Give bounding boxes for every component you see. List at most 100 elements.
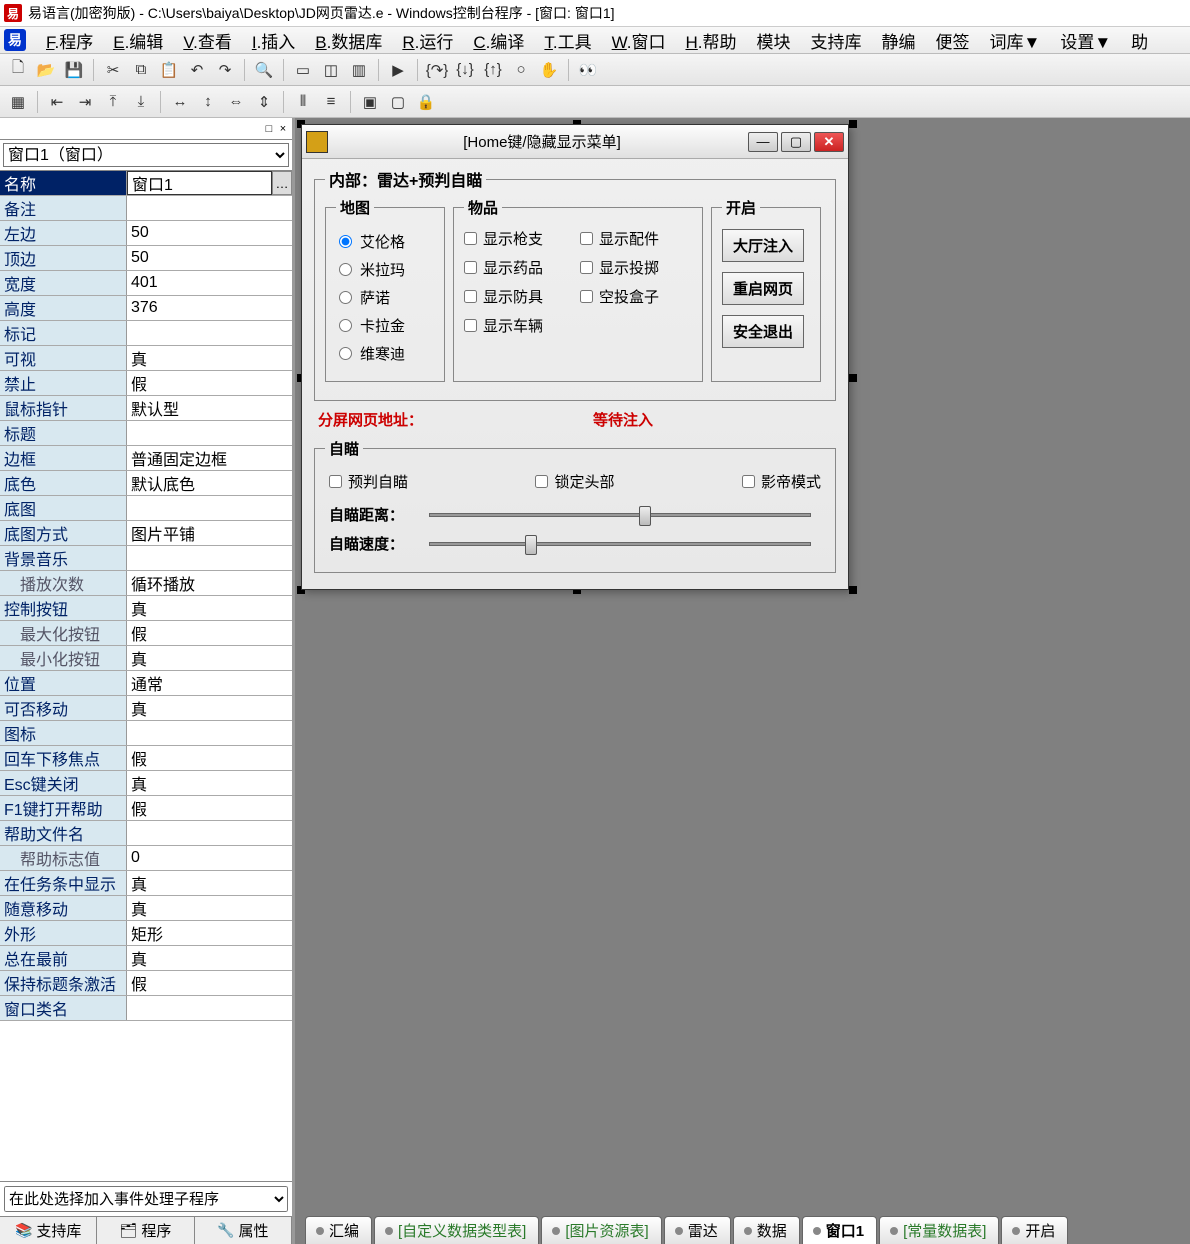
align-top-icon[interactable]: ⤒ <box>101 90 125 114</box>
aim-speed-slider[interactable] <box>429 542 811 546</box>
prop-value[interactable]: 50 <box>127 246 292 270</box>
prop-value[interactable]: 50 <box>127 221 292 245</box>
distribute-h-icon[interactable]: ⫴ <box>291 90 315 114</box>
editor-tab[interactable]: 数据 <box>733 1216 800 1244</box>
map-option[interactable]: 卡拉金 <box>339 315 431 336</box>
item-checkbox[interactable]: 空投盒子 <box>580 286 692 307</box>
close-button[interactable]: ✕ <box>814 132 844 152</box>
editor-tab[interactable]: 窗口1 <box>802 1216 877 1244</box>
prop-value[interactable]: 通常 <box>127 671 292 695</box>
prop-value[interactable]: 真 <box>127 771 292 795</box>
prop-value[interactable]: 默认型 <box>127 396 292 420</box>
center-v-icon[interactable]: ↕ <box>196 90 220 114</box>
editor-tab[interactable]: 雷达 <box>664 1216 731 1244</box>
action-button[interactable]: 重启网页 <box>722 272 804 305</box>
prop-row[interactable]: 播放次数循环播放 <box>0 571 292 596</box>
prop-value[interactable]: 真 <box>127 871 292 895</box>
prop-row[interactable]: 回车下移焦点假 <box>0 746 292 771</box>
map-option[interactable]: 维寒迪 <box>339 343 431 364</box>
align-left-icon[interactable]: ⇤ <box>45 90 69 114</box>
menu-R.运行[interactable]: R.运行 <box>392 25 463 56</box>
menu-C.编译[interactable]: C.编译 <box>463 25 534 56</box>
aim-distance-slider[interactable] <box>429 513 811 517</box>
send-back-icon[interactable]: ▢ <box>386 90 410 114</box>
prop-row[interactable]: 可视真 <box>0 346 292 371</box>
prop-value[interactable]: 376 <box>127 296 292 320</box>
binoculars-icon[interactable]: 👀 <box>576 58 600 82</box>
step-out-icon[interactable]: {↑} <box>481 58 505 82</box>
item-checkbox[interactable]: 显示枪支 <box>464 228 576 249</box>
item-checkbox[interactable]: 显示药品 <box>464 257 576 278</box>
prop-row[interactable]: Esc键关闭真 <box>0 771 292 796</box>
prop-value[interactable]: 矩形 <box>127 921 292 945</box>
aim-checkbox[interactable]: 锁定头部 <box>535 471 614 492</box>
prop-row[interactable]: 鼠标指针默认型 <box>0 396 292 421</box>
prop-row[interactable]: 外形矩形 <box>0 921 292 946</box>
prop-row[interactable]: 最大化按钮假 <box>0 621 292 646</box>
prop-row[interactable]: 高度376 <box>0 296 292 321</box>
prop-value[interactable]: 0 <box>127 846 292 870</box>
preview-window[interactable]: [Home键/隐藏显示菜单] — ▢ ✕ 内部：雷达+预判自瞄 地图 <box>301 124 849 590</box>
menu-V.查看[interactable]: V.查看 <box>173 25 242 56</box>
grid-icon[interactable]: ▦ <box>6 90 30 114</box>
prop-value[interactable]: 401 <box>127 271 292 295</box>
align-right-icon[interactable]: ⇥ <box>73 90 97 114</box>
new-file-icon[interactable]: 🗋 <box>6 58 30 82</box>
prop-row[interactable]: 控制按钮真 <box>0 596 292 621</box>
prop-value[interactable]: 循环播放 <box>127 571 292 595</box>
layout-2-icon[interactable]: ◫ <box>319 58 343 82</box>
open-file-icon[interactable]: 📂 <box>34 58 58 82</box>
prop-value[interactable] <box>127 196 292 220</box>
layout-1-icon[interactable]: ▭ <box>291 58 315 82</box>
prop-row[interactable]: 底色默认底色 <box>0 471 292 496</box>
editor-tab[interactable]: [常量数据表] <box>879 1216 999 1244</box>
menu-H.帮助[interactable]: H.帮助 <box>675 25 746 56</box>
prop-row[interactable]: 随意移动真 <box>0 896 292 921</box>
step-over-icon[interactable]: {↷} <box>425 58 449 82</box>
prop-row[interactable]: 最小化按钮真 <box>0 646 292 671</box>
prop-row[interactable]: 左边50 <box>0 221 292 246</box>
editor-tab[interactable]: [自定义数据类型表] <box>374 1216 539 1244</box>
prop-value[interactable]: 真 <box>127 646 292 670</box>
panel-pin-icon[interactable]: □ <box>262 123 276 135</box>
menu-支持库[interactable]: 支持库 <box>801 25 872 56</box>
editor-tab[interactable]: 汇编 <box>305 1216 372 1244</box>
menu-设置▼[interactable]: 设置▼ <box>1050 25 1121 56</box>
debug-icon[interactable]: ✋ <box>537 58 561 82</box>
item-checkbox[interactable]: 显示防具 <box>464 286 576 307</box>
menu-便签[interactable]: 便签 <box>926 25 980 56</box>
map-option[interactable]: 米拉玛 <box>339 259 431 280</box>
prop-row[interactable]: 图标 <box>0 721 292 746</box>
prop-row[interactable]: 可否移动真 <box>0 696 292 721</box>
prop-value[interactable] <box>127 996 292 1020</box>
maximize-button[interactable]: ▢ <box>781 132 811 152</box>
prop-value[interactable]: 默认底色 <box>127 471 292 495</box>
save-file-icon[interactable]: 💾 <box>62 58 86 82</box>
aim-checkbox[interactable]: 影帝模式 <box>742 471 821 492</box>
prop-row[interactable]: 窗口类名 <box>0 996 292 1021</box>
prop-row[interactable]: 标题 <box>0 421 292 446</box>
find-icon[interactable]: 🔍 <box>252 58 276 82</box>
redo-icon[interactable]: ↷ <box>213 58 237 82</box>
item-checkbox[interactable]: 显示配件 <box>580 228 692 249</box>
lock-icon[interactable]: 🔒 <box>414 90 438 114</box>
menu-W.窗口[interactable]: W.窗口 <box>602 25 676 56</box>
breakpoint-icon[interactable]: ○ <box>509 58 533 82</box>
prop-value[interactable]: 假 <box>127 796 292 820</box>
prop-row[interactable]: 禁止假 <box>0 371 292 396</box>
center-h-icon[interactable]: ↔ <box>168 90 192 114</box>
map-option[interactable]: 艾伦格 <box>339 231 431 252</box>
copy-icon[interactable]: ⧉ <box>129 58 153 82</box>
item-checkbox[interactable]: 显示车辆 <box>464 315 576 336</box>
prop-row[interactable]: 边框普通固定边框 <box>0 446 292 471</box>
prop-value[interactable]: 窗口1 <box>127 171 272 195</box>
tab-support-lib[interactable]: 📚支持库 <box>0 1217 97 1244</box>
tab-properties[interactable]: 🔧属性 <box>195 1217 292 1244</box>
map-option[interactable]: 萨诺 <box>339 287 431 308</box>
prop-row[interactable]: 顶边50 <box>0 246 292 271</box>
aim-checkbox[interactable]: 预判自瞄 <box>329 471 408 492</box>
action-button[interactable]: 大厅注入 <box>722 229 804 262</box>
prop-value[interactable]: 普通固定边框 <box>127 446 292 470</box>
prop-value[interactable]: 真 <box>127 596 292 620</box>
layout-3-icon[interactable]: ▥ <box>347 58 371 82</box>
